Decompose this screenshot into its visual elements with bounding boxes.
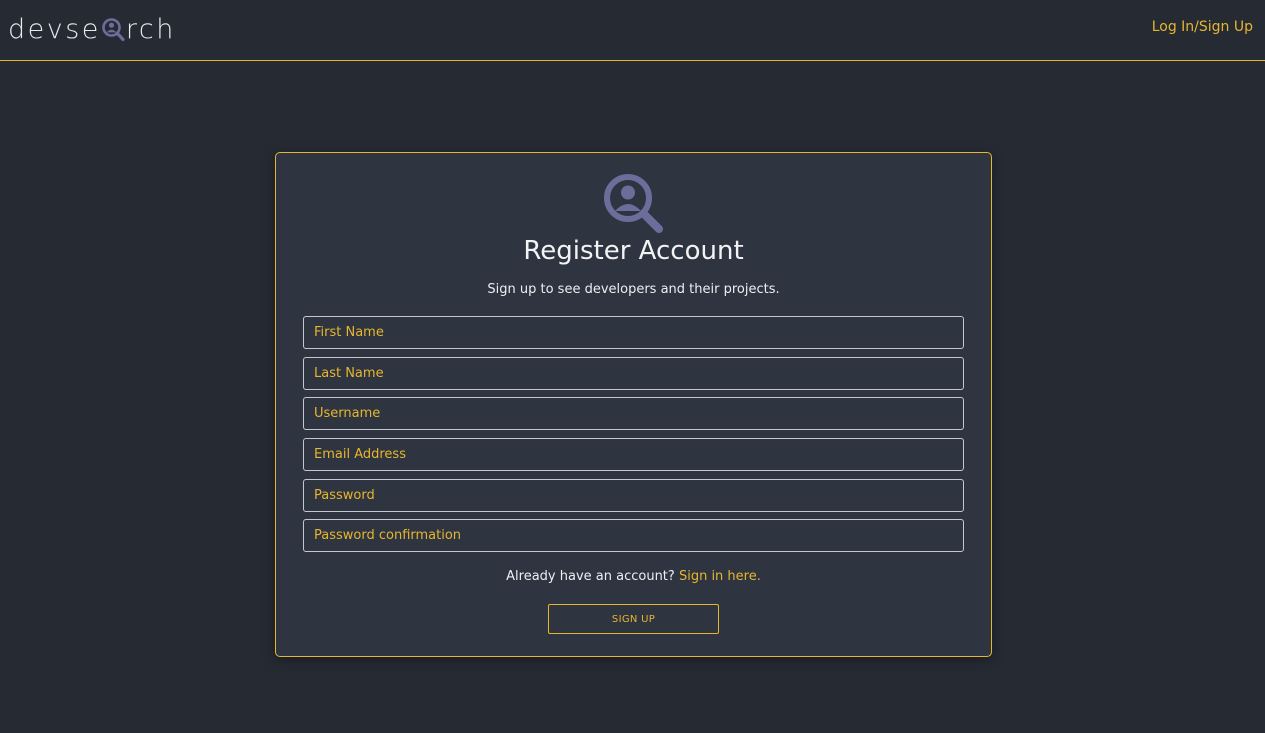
login-signup-link[interactable]: Log In/Sign Up (1152, 19, 1253, 35)
signin-link[interactable]: Sign in here. (679, 569, 761, 584)
page-title: Register Account (523, 236, 744, 266)
email-field[interactable] (303, 438, 964, 471)
magnifier-user-icon (102, 17, 125, 42)
magnifier-user-icon (604, 174, 663, 233)
last-name-field[interactable] (303, 357, 964, 390)
first-name-field[interactable] (303, 316, 964, 349)
signin-prompt-line: Already have an account? Sign in here. (276, 569, 991, 584)
page-subtitle: Sign up to see developers and their proj… (487, 282, 780, 297)
password-field[interactable] (303, 479, 964, 512)
devsearch-logo[interactable]: devse rch (8, 12, 176, 46)
register-card: Register Account Sign up to see develope… (275, 152, 992, 657)
navbar: devse rch Log In/Sign Up (0, 0, 1265, 61)
logo-text-left: devse (8, 13, 101, 45)
sign-up-button[interactable]: SIGN UP (548, 604, 719, 634)
logo-text-right: rch (125, 13, 176, 45)
password-confirmation-field[interactable] (303, 519, 964, 552)
username-field[interactable] (303, 397, 964, 430)
signin-prompt-text: Already have an account? (506, 569, 675, 584)
